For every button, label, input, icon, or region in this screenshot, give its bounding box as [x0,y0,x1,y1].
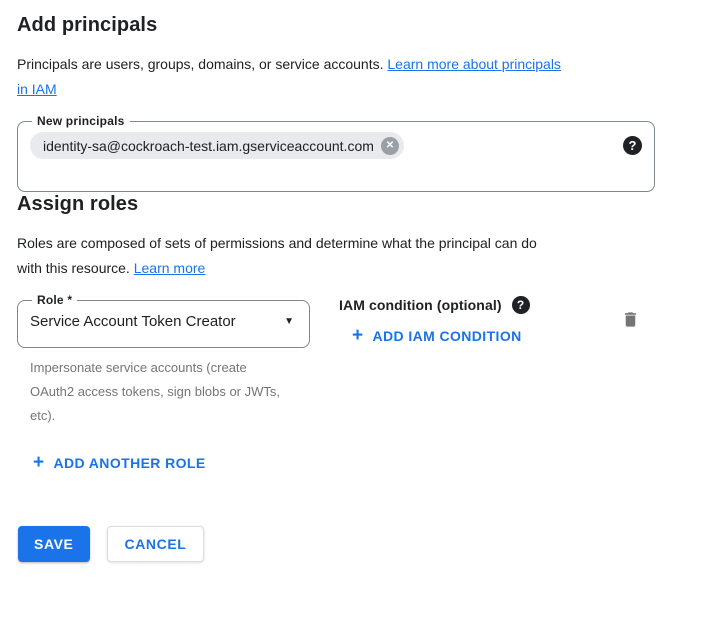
footer-actions: SAVE CANCEL [18,526,695,562]
learn-more-roles-link[interactable]: Learn more [134,260,206,276]
add-another-role-row: + ADD ANOTHER ROLE [33,454,695,473]
new-principals-field[interactable]: New principals identity-sa@cockroach-tes… [17,114,655,192]
role-selected-value: Service Account Token Creator [30,313,236,330]
principal-chip-label: identity-sa@cockroach-test.iam.gservicea… [43,138,374,154]
chevron-down-icon: ▼ [284,316,297,327]
delete-role-button[interactable] [621,309,640,330]
trash-icon [621,309,640,330]
iam-condition-label: IAM condition (optional) [339,297,502,313]
plus-icon: + [33,454,45,471]
role-label: Role * [32,293,77,307]
principals-description: Principals are users, groups, domains, o… [17,52,677,102]
add-principals-panel: Add principals Principals are users, gro… [0,0,713,562]
add-another-role-button[interactable]: + ADD ANOTHER ROLE [33,454,206,471]
roles-description: Roles are composed of sets of permission… [17,231,677,281]
chip-remove-icon[interactable]: ✕ [381,137,399,155]
save-button[interactable]: SAVE [18,526,90,562]
principal-chip: identity-sa@cockroach-test.iam.gservicea… [30,132,404,159]
role-row: Role * Service Account Token Creator ▼ I… [17,293,655,428]
new-principals-label: New principals [32,114,130,128]
page-title: Add principals [17,13,695,38]
iam-condition-help-icon[interactable]: ? [512,296,530,314]
role-select[interactable]: Role * Service Account Token Creator ▼ [17,293,310,348]
new-principals-input-area[interactable]: identity-sa@cockroach-test.iam.gservicea… [30,130,642,159]
add-iam-condition-button[interactable]: + ADD IAM CONDITION [352,327,522,344]
principals-help-icon[interactable]: ? [623,136,642,155]
principals-description-text: Principals are users, groups, domains, o… [17,56,384,72]
plus-icon: + [352,327,364,344]
cancel-button[interactable]: CANCEL [107,526,205,562]
role-helper-text: Impersonate service accounts (create OAu… [30,356,285,428]
assign-roles-title: Assign roles [17,192,695,217]
role-column: Role * Service Account Token Creator ▼ I… [17,293,312,428]
iam-condition-column: IAM condition (optional) ? + ADD IAM CON… [339,293,530,346]
